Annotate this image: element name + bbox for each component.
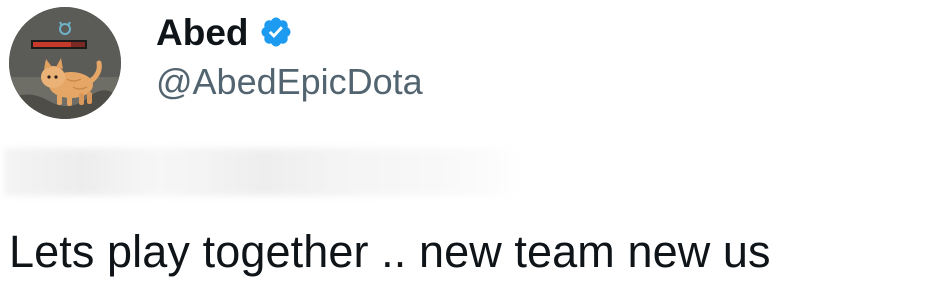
display-name[interactable]: Abed <box>156 14 249 51</box>
verified-badge-icon[interactable] <box>259 15 293 49</box>
author-name-row: Abed <box>156 8 293 56</box>
author-handle[interactable]: @AbedEpicDota <box>156 64 423 100</box>
tweet-text: Lets play together .. new team new us <box>9 226 771 277</box>
blurred-region <box>4 148 524 196</box>
kitten-avatar-icon <box>9 7 121 119</box>
avatar[interactable] <box>9 7 121 119</box>
